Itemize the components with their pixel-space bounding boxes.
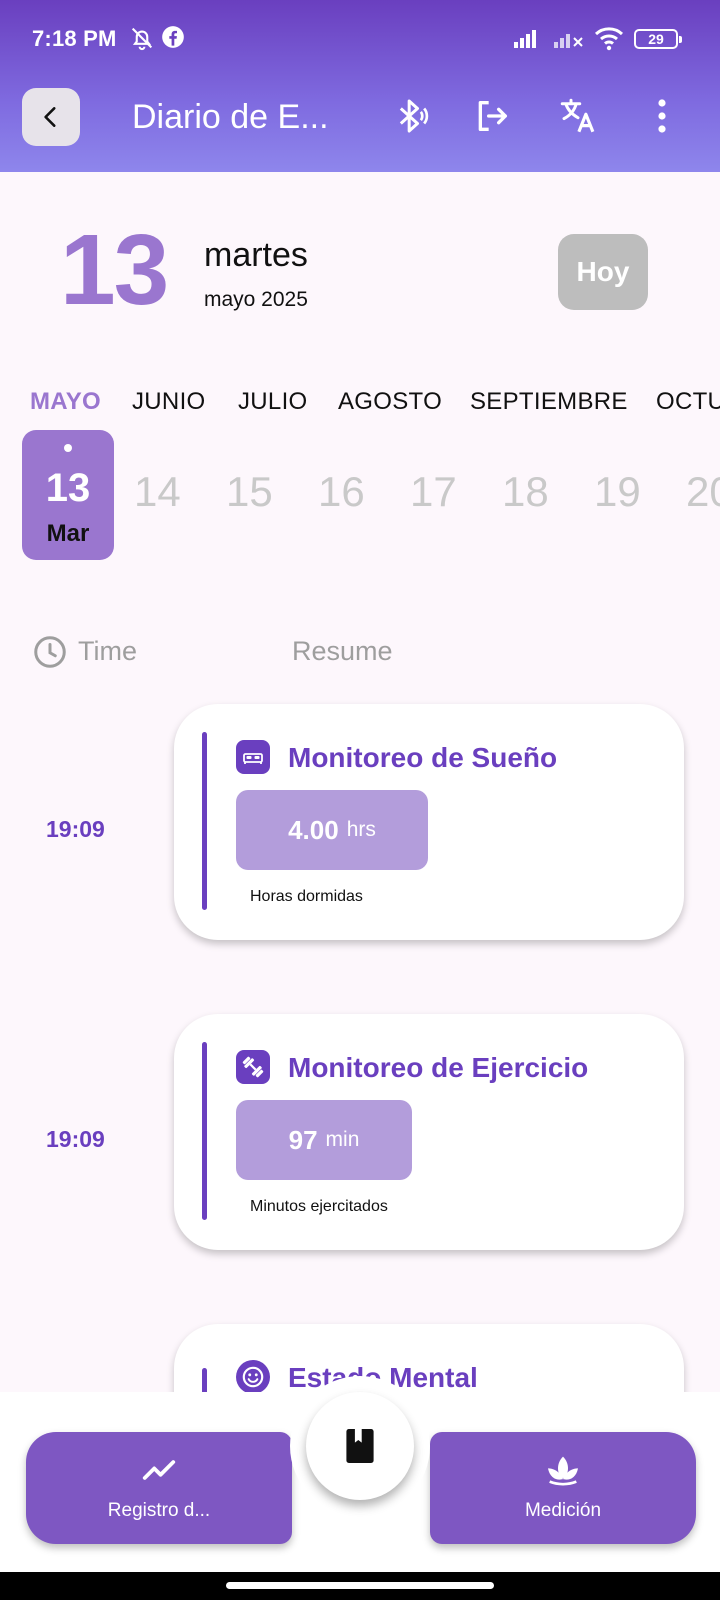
month-tab[interactable]: AGOSTO: [338, 388, 442, 416]
card-title: Monitoreo de Sueño: [288, 742, 558, 773]
card-accent-bar: [202, 732, 207, 910]
month-tab[interactable]: JULIO: [238, 388, 308, 416]
book-icon: [346, 1429, 374, 1463]
bed-icon: [236, 740, 270, 774]
selected-day-number: 13: [60, 214, 169, 326]
smiley-icon: [236, 1360, 270, 1394]
trend-icon: [139, 1450, 179, 1490]
wifi-icon: [594, 24, 624, 52]
more-vert-icon: [658, 99, 666, 133]
translate-icon: [560, 98, 595, 133]
month-tab[interactable]: MAYO: [30, 388, 101, 416]
day-chip[interactable]: 19: [594, 468, 641, 516]
facebook-icon: [160, 24, 188, 52]
value-number: 97: [288, 1124, 318, 1155]
card-caption: Minutos ejercitados: [250, 1198, 388, 1215]
day-chip-selected[interactable]: 13 Mar: [22, 430, 114, 560]
exercise-card[interactable]: Monitoreo de Ejercicio 97 min Minutos ej…: [174, 1014, 684, 1250]
day-chip-weekday: Mar: [46, 520, 90, 547]
selected-month-year: mayo 2025: [204, 288, 308, 311]
day-selector: 13 Mar 14 15 16 17 18 19 20: [0, 430, 720, 560]
day-chip[interactable]: 20: [686, 468, 720, 516]
top-bar: 7:18 PM 29 Diario de E...: [0, 0, 720, 172]
status-bar: 7:18 PM 29: [0, 0, 720, 80]
battery-indicator: 29: [634, 29, 682, 49]
resume-column-heading: Resume: [292, 636, 393, 666]
day-chip-number: 13: [45, 466, 91, 510]
time-column-heading: Time: [78, 636, 137, 666]
month-tab[interactable]: SEPTIEMBRE: [470, 388, 628, 416]
event-dot: [64, 444, 72, 452]
day-chip[interactable]: 14: [134, 468, 181, 516]
home-gesture-handle[interactable]: [226, 1582, 494, 1589]
back-button[interactable]: [22, 88, 80, 146]
value-unit: min: [325, 1128, 360, 1151]
month-selector: MAYO JUNIO JULIO AGOSTO SEPTIEMBRE OCTU: [0, 388, 720, 424]
chevron-left-icon: [44, 107, 56, 127]
day-chip[interactable]: 18: [502, 468, 549, 516]
bluetooth-audio-icon: [399, 99, 429, 133]
spa-icon: [543, 1450, 583, 1490]
nav-label: Registro d...: [107, 1500, 211, 1521]
app-bar: Diario de E...: [0, 80, 720, 172]
bluetooth-button[interactable]: [388, 94, 432, 138]
value-unit: hrs: [346, 818, 376, 841]
value-pill: 97 min: [236, 1100, 412, 1180]
nav-label: Medición: [524, 1500, 602, 1521]
day-chip[interactable]: 17: [410, 468, 457, 516]
value-pill: 4.00 hrs: [236, 790, 428, 870]
mute-bell-icon: [128, 24, 156, 52]
card-accent-bar: [202, 1042, 207, 1220]
nav-registro-button[interactable]: Registro d...: [26, 1432, 292, 1544]
day-chip[interactable]: 16: [318, 468, 365, 516]
diary-fab-button[interactable]: [306, 1392, 414, 1500]
month-tab[interactable]: JUNIO: [132, 388, 206, 416]
system-navigation-bar: [0, 1572, 720, 1600]
entry-time: 19:09: [46, 1126, 105, 1152]
entry-time: 19:09: [46, 816, 105, 842]
sleep-card[interactable]: Monitoreo de Sueño 4.00 hrs Horas dormid…: [174, 704, 684, 940]
dumbbell-icon: [236, 1050, 270, 1084]
status-time: 7:18 PM: [32, 26, 117, 51]
day-chip[interactable]: 15: [226, 468, 273, 516]
card-caption: Horas dormidas: [250, 888, 363, 905]
signal-icon: [512, 24, 540, 52]
logout-icon: [478, 101, 507, 131]
signal-off-icon: [552, 24, 583, 52]
clock-icon: [32, 634, 68, 675]
card-title: Monitoreo de Ejercicio: [288, 1052, 589, 1083]
nav-medicion-button[interactable]: Medición: [430, 1432, 696, 1544]
today-button[interactable]: Hoy: [558, 234, 648, 310]
more-options-button[interactable]: [640, 94, 684, 138]
month-tab[interactable]: OCTU: [656, 388, 720, 416]
page-title: Diario de E...: [132, 98, 329, 136]
translate-button[interactable]: [556, 94, 600, 138]
selected-weekday: martes: [204, 236, 308, 274]
value-number: 4.00: [288, 814, 339, 845]
logout-button[interactable]: [470, 94, 514, 138]
